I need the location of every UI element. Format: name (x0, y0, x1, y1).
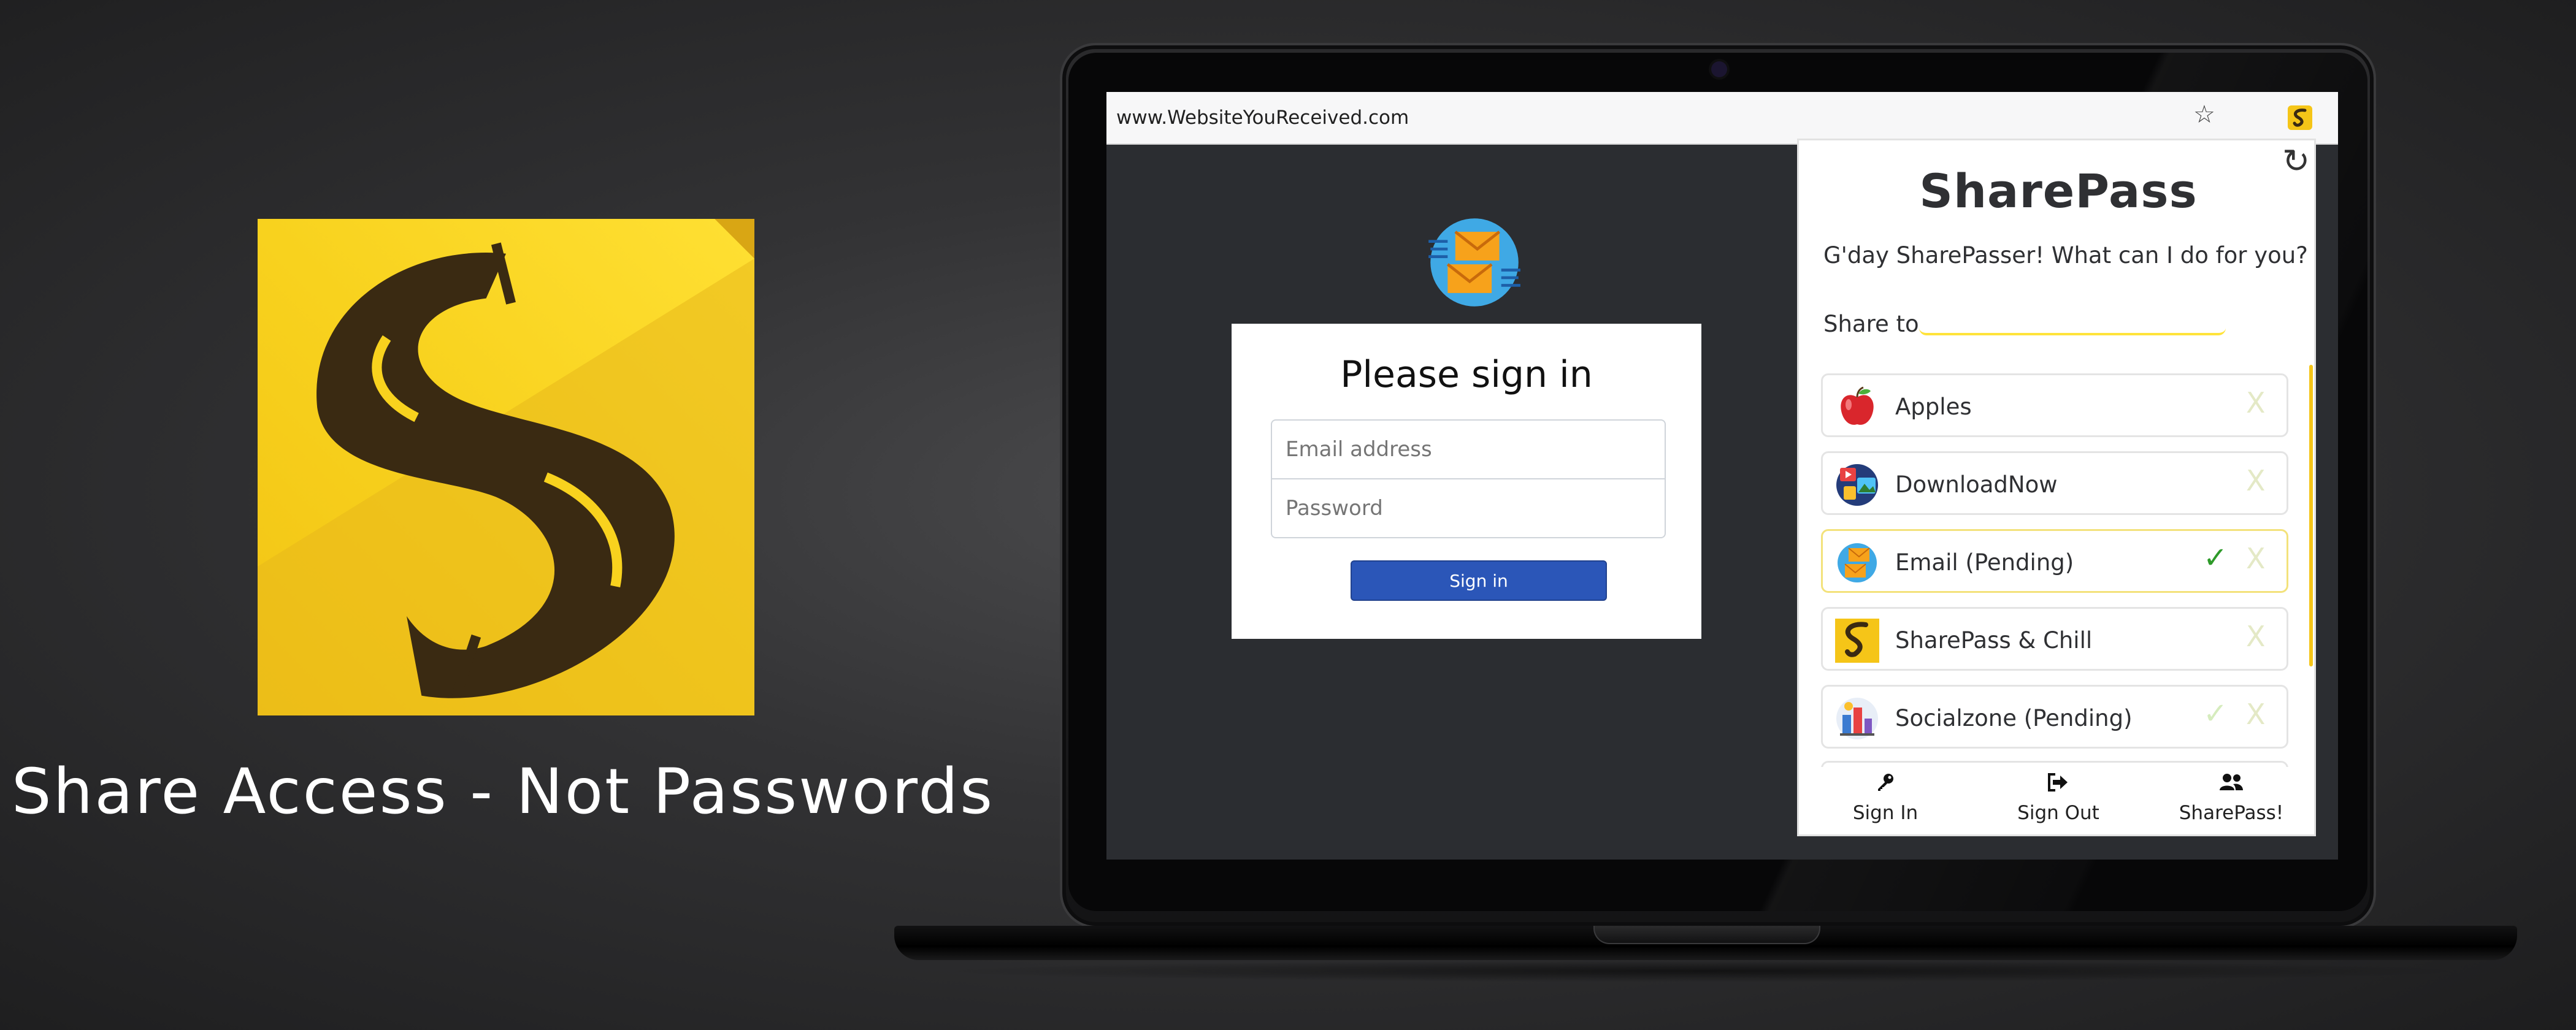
sharepass-extension-icon[interactable] (2288, 105, 2312, 130)
signin-button[interactable]: Sign in (1351, 560, 1607, 601)
item-label: SharePass & Chill (1895, 627, 2093, 654)
sharepass-footer-button[interactable]: SharePass! (2145, 772, 2314, 833)
sign-out-icon (1972, 772, 2145, 798)
sharepass-icon (1835, 619, 1879, 663)
users-icon (2145, 772, 2314, 798)
item-label: DownloadNow (1895, 471, 2058, 498)
list-item-sharepass-chill[interactable]: SharePass & Chill X (1821, 607, 2288, 671)
popup-footer: Sign In Sign Out SharePass! (1799, 767, 2314, 834)
share-to-input[interactable] (1919, 302, 2226, 335)
list-item-socialzone[interactable]: Socialzone (Pending) ✓ X (1821, 685, 2288, 749)
browser-address-bar[interactable]: www.WebsiteYouReceived.com ☆ (1106, 92, 2338, 145)
footer-label: SharePass! (2179, 802, 2284, 824)
item-label: Apples (1895, 394, 1972, 420)
signin-card: Please sign in Sign in (1232, 324, 1701, 639)
laptop-notch (1593, 926, 1820, 944)
email-input[interactable] (1271, 419, 1666, 479)
tagline: Share Access - Not Passwords (11, 755, 995, 828)
list-item-downloadnow[interactable]: DownloadNow X (1821, 451, 2288, 515)
media-icon (1836, 464, 1878, 506)
accept-check-icon[interactable]: ✓ (2203, 696, 2228, 731)
item-label: Email (Pending) (1895, 549, 2074, 576)
share-to-label: Share to (1823, 311, 1919, 337)
remove-x-icon[interactable]: X (2246, 464, 2266, 497)
signin-title: Please sign in (1340, 353, 1593, 396)
remove-x-icon[interactable]: X (2246, 386, 2266, 419)
list-item-apples[interactable]: Apples X (1821, 373, 2288, 437)
key-icon (1799, 772, 1972, 798)
remove-x-icon[interactable]: X (2246, 620, 2266, 653)
list-scrollbar[interactable] (2309, 365, 2313, 666)
sharepass-popup: ↻ SharePass G'day SharePasser! What can … (1797, 139, 2316, 836)
url-text[interactable]: www.WebsiteYouReceived.com (1116, 107, 1409, 129)
item-label: Socialzone (Pending) (1895, 705, 2133, 731)
email-icon (1838, 543, 1877, 582)
sharepass-logo-icon (258, 219, 754, 715)
password-input[interactable] (1271, 478, 1666, 538)
footer-label: Sign In (1852, 802, 1919, 824)
greeting-text: G'day SharePasser! What can I do for you… (1823, 242, 2308, 269)
social-icon (1836, 698, 1878, 739)
sign-in-footer-button[interactable]: Sign In (1799, 772, 1972, 833)
list-item-email[interactable]: Email (Pending) ✓ X (1821, 529, 2288, 593)
bookmark-star-icon[interactable]: ☆ (2193, 101, 2215, 129)
sign-out-footer-button[interactable]: Sign Out (1972, 772, 2145, 833)
popup-title: SharePass (1919, 164, 2198, 218)
accept-check-icon[interactable]: ✓ (2203, 541, 2228, 575)
webcam-icon (1711, 61, 1727, 77)
email-logo-icon (1428, 218, 1520, 307)
apple-icon (1841, 386, 1874, 425)
remove-x-icon[interactable]: X (2246, 542, 2266, 575)
footer-label: Sign Out (2017, 802, 2099, 824)
laptop-screen: www.WebsiteYouReceived.com ☆ Please sign… (1106, 92, 2338, 860)
laptop-shadow (932, 960, 2478, 982)
remove-x-icon[interactable]: X (2246, 698, 2266, 731)
